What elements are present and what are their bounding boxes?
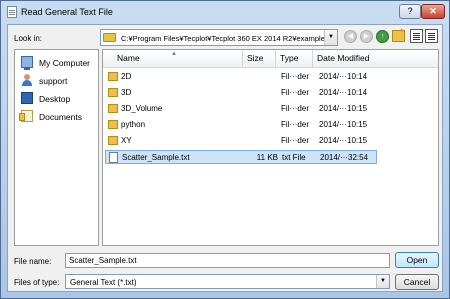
file-name: 3D (121, 88, 132, 97)
file-list: ▲ Name Size Type Date Modified 2D Fil···… (102, 49, 439, 246)
dialog-window: Read General Text File ? ✕ Look in: C:¥P… (0, 0, 450, 299)
chevron-down-icon[interactable]: ▼ (324, 30, 337, 45)
file-name-field[interactable] (65, 253, 390, 268)
back-arrow-icon[interactable]: ◀ (344, 30, 357, 43)
folder-icon (108, 72, 118, 81)
sidebar-item-label: support (39, 76, 68, 86)
look-in-combo[interactable]: C:¥Program Files¥Tecplot¥Tecplot 360 EX … (100, 29, 338, 46)
folder-icon (103, 33, 116, 42)
documents-icon (19, 110, 33, 122)
file-modified: 2014/···10:14 (319, 72, 368, 81)
open-button[interactable]: Open (395, 252, 439, 268)
column-header-name[interactable]: ▲ Name (103, 50, 243, 67)
new-folder-icon[interactable] (392, 27, 405, 42)
column-header-type[interactable]: Type (276, 50, 313, 67)
file-modified: 2014/···10:15 (319, 136, 368, 145)
window-title: Read General Text File (21, 7, 113, 17)
file-type-value: General Text (*.txt) (70, 278, 137, 287)
column-header-modified[interactable]: Date Modified (313, 50, 438, 67)
file-row-2d[interactable]: 2D Fil···der 2014/···10:14 (105, 70, 377, 84)
text-file-icon (109, 152, 118, 163)
column-header-name-label: Name (117, 53, 140, 63)
folder-icon (108, 88, 118, 97)
file-type-select[interactable]: General Text (*.txt) ▼ (65, 274, 390, 289)
file-list-header: ▲ Name Size Type Date Modified (103, 50, 438, 68)
file-type: Fil···der (281, 72, 309, 81)
file-modified: 2014/···10:15 (319, 120, 368, 129)
file-name-label: File name: (14, 257, 52, 266)
file-type: Fil···der (281, 88, 309, 97)
file-modified: 2014/···10:14 (319, 88, 368, 97)
file-name: python (121, 120, 146, 129)
user-icon (21, 74, 33, 86)
computer-icon (21, 56, 33, 70)
file-type-label: Files of type: (14, 278, 60, 287)
look-in-label: Look in: (14, 34, 43, 43)
close-button[interactable]: ✕ (421, 4, 445, 19)
sidebar-item-my-computer[interactable]: My Computer (21, 56, 97, 70)
column-header-size[interactable]: Size (243, 50, 276, 67)
file-type: Fil···der (281, 104, 309, 113)
file-row-3d-volume[interactable]: 3D_Volume Fil···der 2014/···10:15 (105, 102, 377, 116)
title-bar[interactable]: Read General Text File ? ✕ (1, 1, 449, 23)
file-type: Fil···der (281, 120, 309, 129)
detail-view-icon[interactable] (425, 29, 438, 43)
sidebar-item-support[interactable]: support (21, 74, 97, 88)
file-row-3d[interactable]: 3D Fil···der 2014/···10:14 (105, 86, 377, 100)
help-button[interactable]: ? (399, 4, 421, 19)
file-type: Fil···der (281, 136, 309, 145)
file-size: 11 KB (256, 153, 278, 162)
up-arrow-icon[interactable]: ↑ (376, 30, 389, 43)
sort-arrow-icon: ▲ (171, 51, 177, 57)
file-row-python[interactable]: python Fil···der 2014/···10:15 (105, 118, 377, 132)
file-row-scatter-sample[interactable]: Scatter_Sample.txt 11 KB txt File 2014/·… (105, 150, 377, 164)
file-modified: 2014/···32:54 (320, 153, 369, 162)
cancel-button[interactable]: Cancel (395, 274, 439, 290)
file-name: XY (121, 136, 132, 145)
folder-icon (108, 120, 118, 129)
sidebar-item-label: Documents (39, 112, 82, 122)
file-type: txt File (282, 153, 306, 162)
file-name: 2D (121, 72, 132, 81)
dialog-body: Look in: C:¥Program Files¥Tecplot¥Tecplo… (7, 24, 443, 292)
sidebar-item-label: Desktop (39, 94, 71, 104)
sidebar-item-desktop[interactable]: Desktop (21, 92, 97, 106)
sidebar-item-documents[interactable]: Documents (19, 110, 97, 124)
chevron-down-icon[interactable]: ▼ (376, 275, 389, 288)
folder-icon (108, 136, 118, 145)
file-modified: 2014/···10:15 (319, 104, 368, 113)
folder-icon (108, 104, 118, 113)
look-in-path: C:¥Program Files¥Tecplot¥Tecplot 360 EX … (121, 34, 329, 43)
sidebar-item-label: My Computer (39, 58, 91, 68)
places-sidebar: My Computer support Desktop Documents (14, 49, 99, 246)
forward-arrow-icon[interactable]: ▶ (360, 30, 373, 43)
list-view-icon[interactable] (410, 29, 423, 43)
file-name: Scatter_Sample.txt (122, 153, 190, 162)
file-name: 3D_Volume (121, 104, 163, 113)
document-icon (7, 6, 17, 18)
file-row-xy[interactable]: XY Fil···der 2014/···10:15 (105, 134, 377, 148)
desktop-icon (21, 92, 33, 104)
